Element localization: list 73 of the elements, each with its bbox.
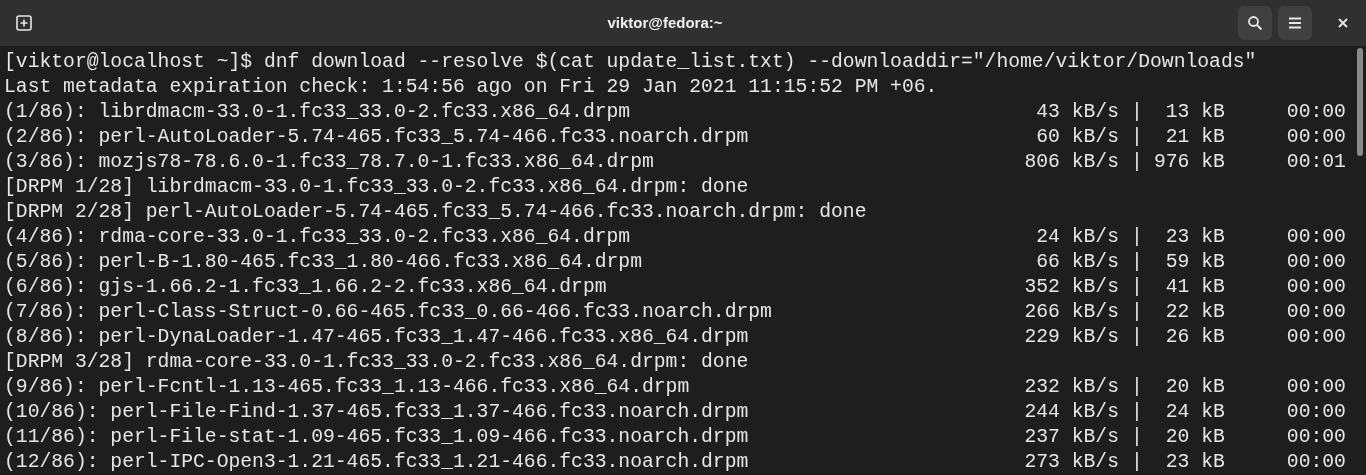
column-separator: | [1131,424,1143,450]
file-size: 22 kB [1164,299,1225,325]
download-speed: 237 kB/s [1023,424,1119,450]
file-size: 13 kB [1164,99,1225,125]
download-speed: 43 kB/s [1035,99,1119,125]
elapsed-time: 00:00 [1286,299,1346,325]
download-speed: 266 kB/s [1023,299,1119,325]
column-separator: | [1131,149,1143,175]
elapsed-time: 00:00 [1286,224,1346,250]
file-name: (6/86): gjs-1.66.2-1.fc33_1.66.2-2.fc33.x86_64.drpm [4,274,608,300]
new-tab-icon [16,15,32,31]
download-speed: 244 kB/s [1023,399,1119,425]
close-icon [1338,18,1348,28]
elapsed-time: 00:00 [1286,274,1346,300]
download-speed: 352 kB/s [1023,274,1119,300]
download-speed: 60 kB/s [1035,124,1119,150]
download-speed: 66 kB/s [1035,249,1119,275]
download-speed: 232 kB/s [1023,374,1119,400]
file-name: (4/86): rdma-core-33.0-1.fc33_33.0-2.fc33.x86_64.drpm [4,224,632,250]
download-speed: 806 kB/s [1023,149,1119,175]
column-separator: | [1131,324,1143,350]
search-icon [1247,15,1263,31]
elapsed-time: 00:00 [1286,424,1346,450]
file-size: 24 kB [1164,399,1225,425]
terminal-line: Last metadata expiration check: 1:54:56 ago on Fri 29 Jan 2021 11:15:52 PM +06. [4,74,938,100]
terminal-line: [DRPM 1/28] librdmacm-33.0-1.fc33_33.0-2.fc33.x86_64.drpm: done [4,174,749,200]
scrollbar-thumb[interactable] [1357,48,1363,156]
file-size: 26 kB [1164,324,1225,350]
elapsed-time: 00:00 [1286,374,1346,400]
file-name: (2/86): perl-AutoLoader-5.74-465.fc33_5.74-466.fc33.noarch.drpm [4,124,750,150]
file-size: 23 kB [1164,224,1225,250]
elapsed-time: 00:00 [1286,124,1346,150]
file-name: (7/86): perl-Class-Struct-0.66-465.fc33_0.66-466.fc33.noarch.drpm [4,299,773,325]
column-separator: | [1131,249,1143,275]
column-separator: | [1131,224,1143,250]
file-name: (10/86): perl-File-Find-1.37-465.fc33_1.37-466.fc33.noarch.drpm [4,399,750,425]
download-speed: 229 kB/s [1023,324,1119,350]
file-name: (1/86): librdmacm-33.0-1.fc33_33.0-2.fc33.x86_64.drpm [4,99,632,125]
file-name: (8/86): perl-DynaLoader-1.47-465.fc33_1.47-466.fc33.x86_64.drpm [4,324,750,350]
file-name: (11/86): perl-File-stat-1.09-465.fc33_1.09-466.fc33.noarch.drpm [4,424,750,450]
menu-button[interactable] [1278,6,1312,40]
download-speed: 273 kB/s [1023,449,1119,475]
terminal-line: [viktor@localhost ~]$ dnf download --resolve $(cat update_list.txt) --downloaddir="/home/viktor/Downloads" [4,49,1257,75]
column-separator: | [1131,299,1143,325]
column-separator: | [1131,449,1143,475]
column-separator: | [1131,274,1143,300]
file-size: 41 kB [1164,274,1225,300]
column-separator: | [1131,99,1143,125]
file-name: (5/86): perl-B-1.80-465.fc33_1.80-466.fc33.x86_64.drpm [4,249,643,275]
terminal-line: [DRPM 2/28] perl-AutoLoader-5.74-465.fc33_5.74-466.fc33.noarch.drpm: done [4,199,867,225]
elapsed-time: 00:00 [1286,249,1346,275]
column-separator: | [1131,399,1143,425]
terminal-line: [DRPM 3/28] rdma-core-33.0-1.fc33_33.0-2.fc33.x86_64.drpm: done [4,349,749,375]
elapsed-time: 00:01 [1286,149,1346,175]
file-name: (3/86): mozjs78-78.6.0-1.fc33_78.7.0-1.fc33.x86_64.drpm [4,149,655,175]
elapsed-time: 00:00 [1286,449,1346,475]
search-button[interactable] [1238,6,1272,40]
column-separator: | [1131,374,1143,400]
window-title: viktor@fedora:~ [607,12,723,33]
file-size: 21 kB [1164,124,1225,150]
elapsed-time: 00:00 [1286,99,1346,125]
file-size: 20 kB [1164,424,1225,450]
file-name: (12/86): perl-IPC-Open3-1.21-465.fc33_1.21-466.fc33.noarch.drpm [4,449,750,475]
file-size: 59 kB [1164,249,1225,275]
file-size: 20 kB [1164,374,1225,400]
file-size: 23 kB [1164,449,1225,475]
file-size: 976 kB [1152,149,1225,175]
download-speed: 24 kB/s [1035,224,1119,250]
file-name: (9/86): perl-Fcntl-1.13-465.fc33_1.13-466.fc33.x86_64.drpm [4,374,691,400]
elapsed-time: 00:00 [1286,324,1346,350]
column-separator: | [1131,124,1143,150]
elapsed-time: 00:00 [1286,399,1346,425]
menu-icon [1288,17,1302,29]
